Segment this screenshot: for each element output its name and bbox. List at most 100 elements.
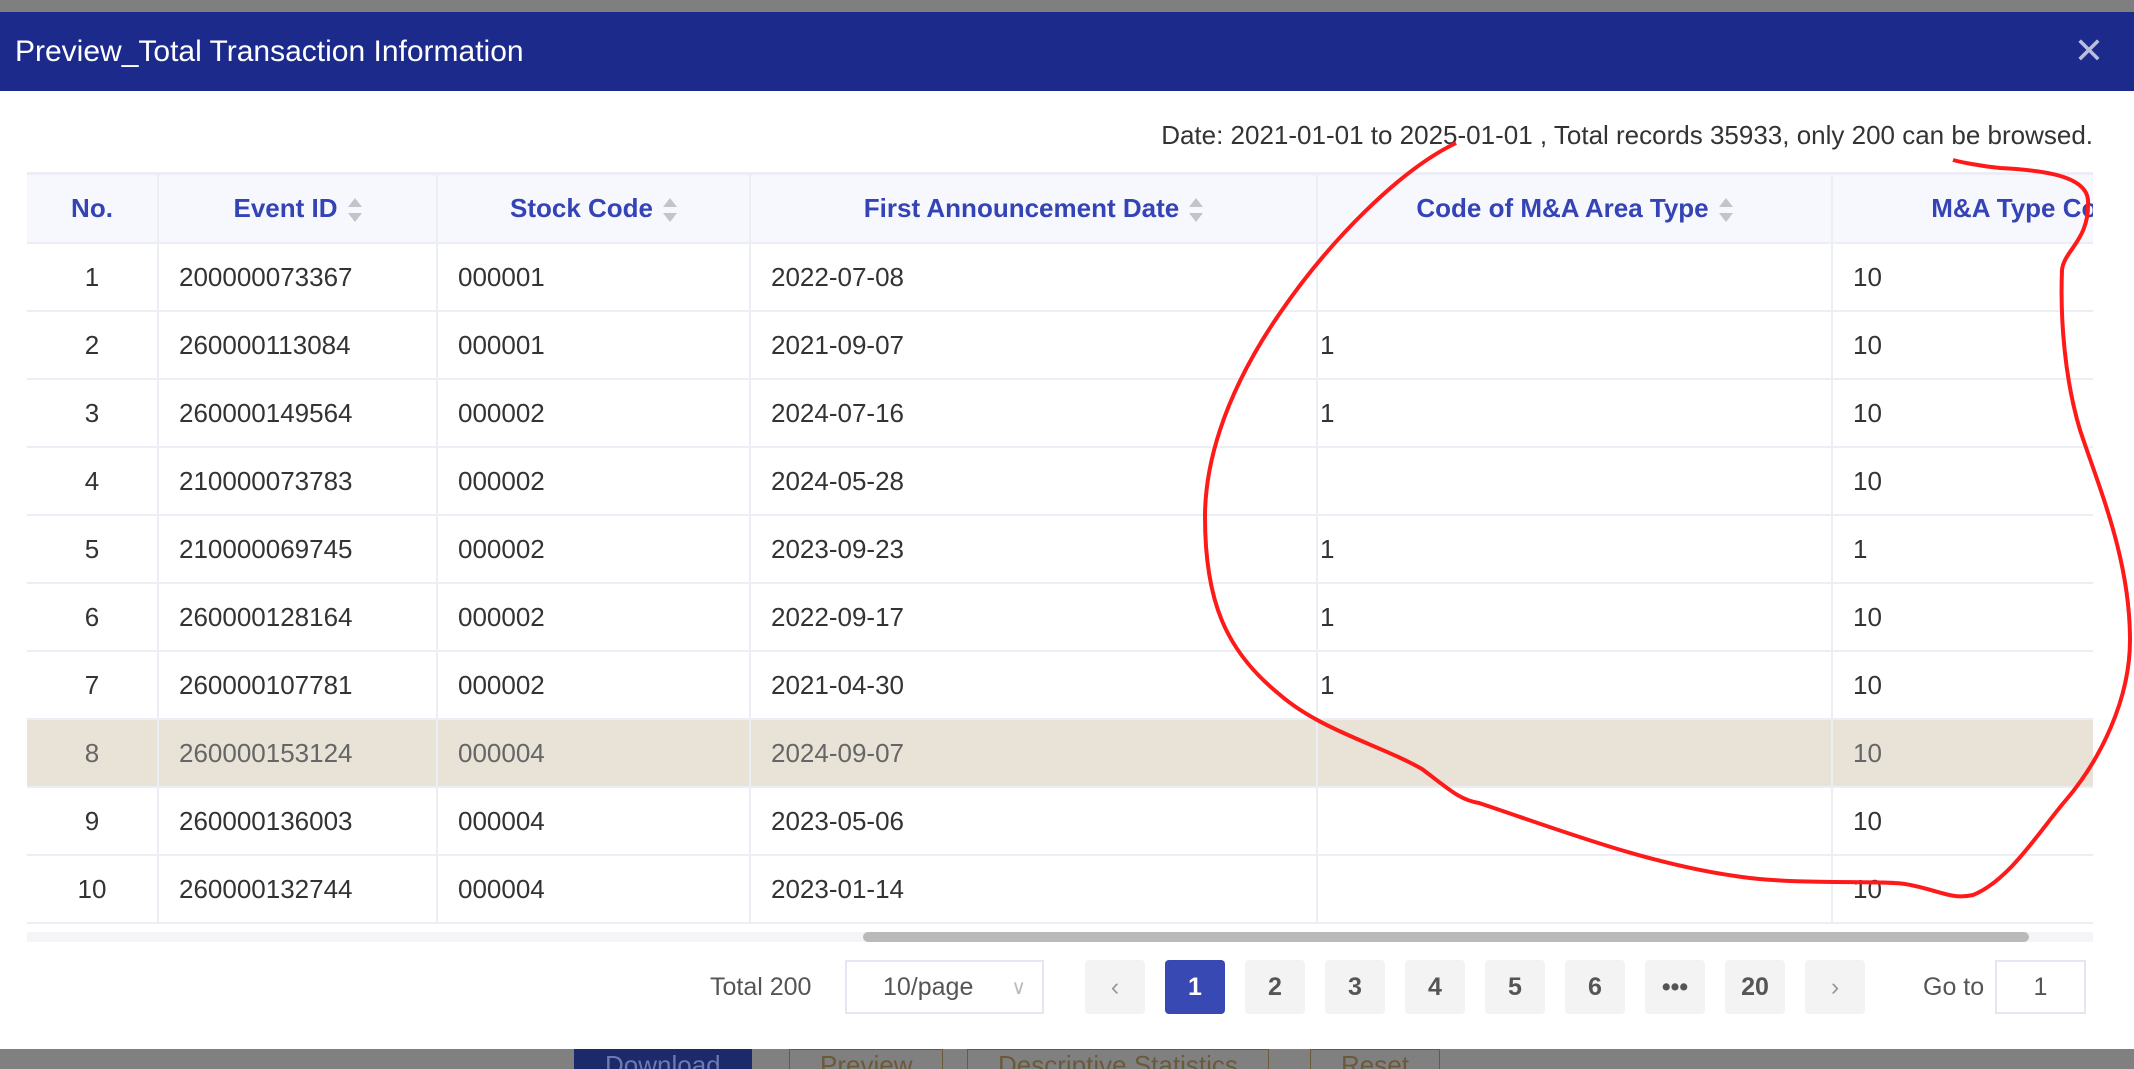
column-header-label: First Announcement Date — [863, 193, 1180, 223]
sort-icon[interactable] — [1189, 198, 1204, 223]
total-count: Total 200 — [710, 972, 812, 1001]
table-row[interactable]: 5 210000069745 000002 2023-09-23 1 1 — [27, 515, 2093, 584]
table-cell: 000002 — [437, 651, 751, 720]
table-cell: 8 — [27, 719, 159, 788]
page-size-select[interactable]: 10/page ∨ — [845, 960, 1044, 1014]
column-header: M&A Type Code — [1832, 175, 2093, 244]
table-cell: 260000128164 — [158, 583, 438, 652]
table-row[interactable]: 3 260000149564 000002 2024-07-16 1 10 — [27, 379, 2093, 448]
sort-icon[interactable] — [663, 198, 678, 223]
prev-page-button[interactable]: ‹ — [1085, 960, 1145, 1014]
table-cell: 10 — [1832, 787, 2093, 856]
table-cell: 10 — [1832, 447, 2093, 516]
table-cell: 210000073783 — [158, 447, 438, 516]
page-button-more[interactable]: ••• — [1645, 960, 1705, 1014]
table-cell: 2023-05-06 — [750, 787, 1318, 856]
table-cell: 000001 — [437, 243, 751, 312]
table-cell — [1317, 787, 1833, 856]
table-cell: 260000153124 — [158, 719, 438, 788]
table-cell: 10 — [1832, 379, 2093, 448]
table-cell: 10 — [1832, 311, 2093, 380]
table-cell — [1317, 855, 1833, 924]
table-cell: 9 — [27, 787, 159, 856]
goto-page-input[interactable] — [1995, 960, 2086, 1014]
table-cell: 000002 — [437, 583, 751, 652]
reset-button[interactable]: Reset — [1310, 1049, 1440, 1069]
table-cell: 3 — [27, 379, 159, 448]
column-header-label: Event ID — [233, 193, 338, 223]
page-button-5[interactable]: 5 — [1485, 960, 1545, 1014]
close-icon[interactable]: ✕ — [2074, 30, 2104, 72]
table-cell: 260000136003 — [158, 787, 438, 856]
preview-button[interactable]: Preview — [789, 1049, 944, 1069]
modal-title: Preview_Total Transaction Information — [15, 34, 524, 68]
table-cell: 260000113084 — [158, 311, 438, 380]
table-row[interactable]: 2 260000113084 000001 2021-09-07 1 10 — [27, 311, 2093, 380]
table-cell: 2022-07-08 — [750, 243, 1318, 312]
table-row[interactable]: 1 200000073367 000001 2022-07-08 10 — [27, 243, 2093, 312]
modal-header: Preview_Total Transaction Information ✕ — [0, 12, 2134, 91]
table-cell: 10 — [1832, 719, 2093, 788]
table-cell: 6 — [27, 583, 159, 652]
column-header-label: Stock Code — [509, 193, 654, 223]
table-cell: 10 — [27, 855, 159, 924]
sort-icon[interactable] — [347, 198, 362, 223]
next-page-button[interactable]: › — [1805, 960, 1865, 1014]
table-cell: 1 — [1317, 311, 1833, 380]
table-cell: 000001 — [437, 311, 751, 380]
table-row[interactable]: 8 260000153124 000004 2024-09-07 10 — [27, 719, 2093, 788]
table-row[interactable]: 4 210000073783 000002 2024-05-28 10 — [27, 447, 2093, 516]
table-cell: 1 — [1317, 515, 1833, 584]
table-cell: 000004 — [437, 787, 751, 856]
table-cell: 1 — [27, 243, 159, 312]
table-cell: 2024-07-16 — [750, 379, 1318, 448]
scrollbar-thumb[interactable] — [863, 932, 2029, 942]
page-size-value: 10/page — [883, 972, 974, 1001]
table-cell: 7 — [27, 651, 159, 720]
download-button[interactable]: Download — [574, 1049, 752, 1069]
page-button-1[interactable]: 1 — [1165, 960, 1225, 1014]
table-cell: 10 — [1832, 583, 2093, 652]
table-cell — [1317, 719, 1833, 788]
descriptive-statistics-button[interactable]: Descriptive Statistics — [967, 1049, 1269, 1069]
table-cell: 1 — [1317, 379, 1833, 448]
table-cell: 1 — [1317, 583, 1833, 652]
table-cell: 000004 — [437, 855, 751, 924]
page-button-20[interactable]: 20 — [1725, 960, 1785, 1014]
table-cell: 1 — [1317, 651, 1833, 720]
table-cell: 2024-05-28 — [750, 447, 1318, 516]
column-header-label: M&A Type Code — [1931, 193, 2093, 223]
page-button-2[interactable]: 2 — [1245, 960, 1305, 1014]
column-header[interactable]: Event ID — [158, 175, 438, 244]
page-button-6[interactable]: 6 — [1565, 960, 1625, 1014]
table-cell: 000002 — [437, 379, 751, 448]
page-button-4[interactable]: 4 — [1405, 960, 1465, 1014]
column-header[interactable]: Stock Code — [437, 175, 751, 244]
column-header-label: No. — [71, 193, 113, 223]
table-cell: 10 — [1832, 855, 2093, 924]
column-header[interactable]: First Announcement Date — [750, 175, 1318, 244]
column-header[interactable]: Code of M&A Area Type — [1317, 175, 1833, 244]
horizontal-scrollbar[interactable] — [27, 932, 2093, 942]
sort-icon[interactable] — [1718, 198, 1733, 223]
table-cell: 2023-09-23 — [750, 515, 1318, 584]
table-cell: 260000107781 — [158, 651, 438, 720]
table-cell: 000002 — [437, 447, 751, 516]
table-cell: 2022-09-17 — [750, 583, 1318, 652]
table-cell: 000002 — [437, 515, 751, 584]
table-cell — [1317, 243, 1833, 312]
table-row[interactable]: 6 260000128164 000002 2022-09-17 1 10 — [27, 583, 2093, 652]
page-button-3[interactable]: 3 — [1325, 960, 1385, 1014]
table-row[interactable]: 10 260000132744 000004 2023-01-14 10 — [27, 855, 2093, 924]
goto-label: Go to — [1923, 972, 1985, 1001]
table-cell: 2021-09-07 — [750, 311, 1318, 380]
table-cell: 000004 — [437, 719, 751, 788]
data-table: No. Event ID Stock Code First Announcement … — [27, 172, 2093, 942]
chevron-down-icon: ∨ — [1011, 976, 1026, 999]
table-row[interactable]: 7 260000107781 000002 2021-04-30 1 10 — [27, 651, 2093, 720]
table-cell: 2 — [27, 311, 159, 380]
table-cell: 4 — [27, 447, 159, 516]
table-row[interactable]: 9 260000136003 000004 2023-05-06 10 — [27, 787, 2093, 856]
column-header: No. — [27, 175, 159, 244]
table-cell — [1317, 447, 1833, 516]
